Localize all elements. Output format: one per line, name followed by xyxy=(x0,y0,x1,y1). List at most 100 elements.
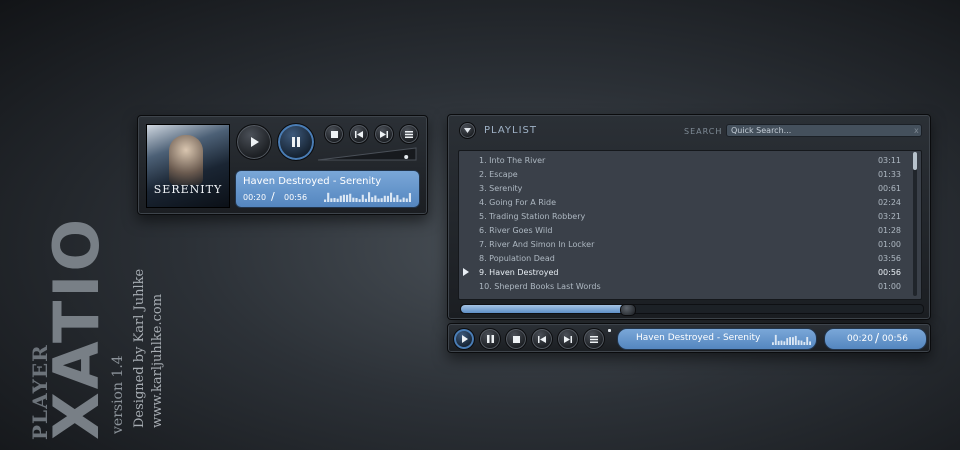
waveform-bar xyxy=(336,198,339,202)
waveform-bar xyxy=(361,194,364,202)
menu-icon xyxy=(405,130,413,138)
track-title: 10. Sheperd Books Last Words xyxy=(479,282,601,291)
track-row[interactable]: 2. Escape 01:33 xyxy=(459,167,907,181)
waveform-bar xyxy=(349,193,352,202)
bar-total-time: 00:56 xyxy=(882,334,908,344)
track-title: 8. Population Dead xyxy=(479,254,555,263)
brand-version: version 1.4 xyxy=(110,355,126,434)
track-title: 7. River And Simon In Locker xyxy=(479,240,595,249)
bar-pause-button[interactable] xyxy=(479,328,501,350)
stop-icon xyxy=(330,130,338,138)
bar-menu-button[interactable] xyxy=(583,328,605,350)
mini-player: SERENITY Haven Destroyed - Serenity 00:2… xyxy=(137,115,428,215)
track-duration: 03:56 xyxy=(877,254,901,263)
stop-button[interactable] xyxy=(324,124,344,144)
waveform-bar xyxy=(772,342,774,345)
waveform-bar xyxy=(396,195,399,202)
track-title: 9. Haven Destroyed xyxy=(479,268,559,277)
seek-bar[interactable] xyxy=(460,304,924,316)
bar-waveform-visualizer xyxy=(772,334,811,345)
stop-icon xyxy=(512,335,520,343)
track-title: 4. Going For A Ride xyxy=(479,198,557,207)
bar-time-display: 00:20 / 00:56 xyxy=(824,328,927,350)
track-duration: 03:21 xyxy=(877,212,901,221)
bar-previous-button[interactable] xyxy=(531,328,553,350)
track-row[interactable]: 3. Serenity 00:61 xyxy=(459,181,907,195)
track-list: 1. Into The River 03:11 2. Escape 01:33 3. S… xyxy=(458,150,922,300)
bar-volume-dot[interactable] xyxy=(608,329,611,332)
track-duration: 00:56 xyxy=(877,268,901,277)
waveform-bar xyxy=(777,340,780,345)
track-duration: 02:24 xyxy=(877,198,901,207)
waveform-bar xyxy=(324,199,327,202)
play-icon xyxy=(462,335,468,343)
track-title: 3. Serenity xyxy=(479,184,523,193)
brand-name: XATIO xyxy=(40,215,113,440)
track-row[interactable]: 8. Population Dead 03:56 xyxy=(459,251,907,265)
waveform-bar xyxy=(405,198,408,202)
waveform-bar xyxy=(374,195,377,202)
track-row[interactable]: 5. Trading Station Robbery 03:21 xyxy=(459,209,907,223)
waveform-bar xyxy=(794,335,797,345)
playlist-collapse-button[interactable] xyxy=(459,122,476,139)
bar-play-button[interactable] xyxy=(453,328,475,350)
waveform-bar xyxy=(342,194,345,202)
track-row[interactable]: 1. Into The River 03:11 xyxy=(459,153,907,167)
seek-fill xyxy=(461,305,632,313)
previous-button[interactable] xyxy=(349,124,369,144)
track-duration: 01:33 xyxy=(877,170,901,179)
waveform-bar xyxy=(399,199,402,202)
bar-now-playing-display: Haven Destroyed - Serenity xyxy=(617,328,817,350)
seek-handle[interactable] xyxy=(620,304,636,316)
track-row[interactable]: 4. Going For A Ride 02:24 xyxy=(459,195,907,209)
next-icon xyxy=(380,130,388,138)
track-row[interactable]: 7. River And Simon In Locker 01:00 xyxy=(459,237,907,251)
waveform-bar xyxy=(330,198,333,202)
menu-icon xyxy=(590,335,598,343)
waveform-bar xyxy=(803,341,806,345)
search-input[interactable] xyxy=(726,124,922,137)
track-row[interactable]: 10. Sheperd Books Last Words 01:00 xyxy=(459,279,907,293)
track-row[interactable]: 9. Haven Destroyed 00:56 xyxy=(459,265,907,279)
waveform-bar xyxy=(390,192,393,202)
waveform-bar xyxy=(797,340,800,345)
previous-icon xyxy=(538,335,546,343)
volume-slider[interactable] xyxy=(316,146,420,162)
waveform-bar xyxy=(783,341,786,345)
waveform-bar xyxy=(809,341,811,345)
cover-title: SERENITY xyxy=(153,183,223,196)
pause-icon xyxy=(292,137,300,147)
now-playing-marker-icon xyxy=(463,268,469,276)
pause-button[interactable] xyxy=(277,123,315,161)
waveform-bar xyxy=(806,337,809,345)
waveform-bar xyxy=(402,197,405,202)
track-row[interactable]: 6. River Goes Wild 01:28 xyxy=(459,223,907,237)
elapsed-time: 00:20 xyxy=(243,193,267,202)
waveform-bar xyxy=(368,192,371,202)
waveform-bar xyxy=(386,195,389,202)
play-button[interactable] xyxy=(236,124,272,160)
track-duration: 01:28 xyxy=(877,226,901,235)
chevron-down-icon xyxy=(464,128,471,133)
next-button[interactable] xyxy=(374,124,394,144)
waveform-bar xyxy=(780,340,783,345)
playlist-title: PLAYLIST xyxy=(484,125,537,136)
waveform-bar xyxy=(408,193,411,202)
menu-button[interactable] xyxy=(399,124,419,144)
vertical-scroll-thumb[interactable] xyxy=(913,152,917,170)
brand-designer: Designed by Karl Juhlke xyxy=(132,268,147,428)
track-duration: 00:61 xyxy=(877,184,901,193)
waveform-bar xyxy=(786,338,789,345)
total-time: 00:56 xyxy=(284,193,308,202)
play-icon xyxy=(251,137,259,147)
brand-url: www.karljuhlke.com xyxy=(150,293,165,428)
cover-figure xyxy=(169,135,203,185)
clear-search-button[interactable]: x xyxy=(914,126,919,135)
waveform-bar xyxy=(800,340,803,345)
bar-stop-button[interactable] xyxy=(505,328,527,350)
waveform-bar xyxy=(371,197,374,202)
bar-next-button[interactable] xyxy=(557,328,579,350)
vertical-scrollbar[interactable] xyxy=(913,152,917,296)
waveform-bar xyxy=(355,197,358,202)
waveform-bar xyxy=(352,197,355,202)
